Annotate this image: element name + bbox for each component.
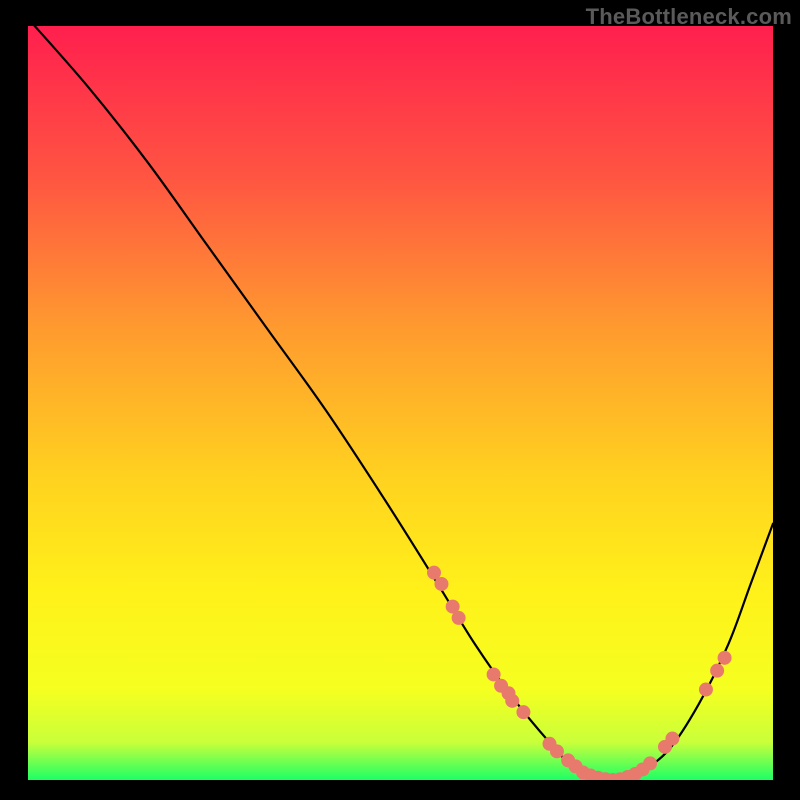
data-marker <box>550 745 563 758</box>
plot-svg <box>28 26 773 780</box>
canvas-root: TheBottleneck.com <box>0 0 800 800</box>
gradient-background <box>28 26 773 780</box>
data-marker <box>644 757 657 770</box>
data-marker <box>699 683 712 696</box>
data-marker <box>718 651 731 664</box>
data-marker <box>666 732 679 745</box>
data-marker <box>435 577 448 590</box>
data-marker <box>487 668 500 681</box>
data-marker <box>506 694 519 707</box>
plot-area <box>28 26 773 780</box>
data-marker <box>711 664 724 677</box>
data-marker <box>517 706 530 719</box>
data-marker <box>428 566 441 579</box>
data-marker <box>452 611 465 624</box>
